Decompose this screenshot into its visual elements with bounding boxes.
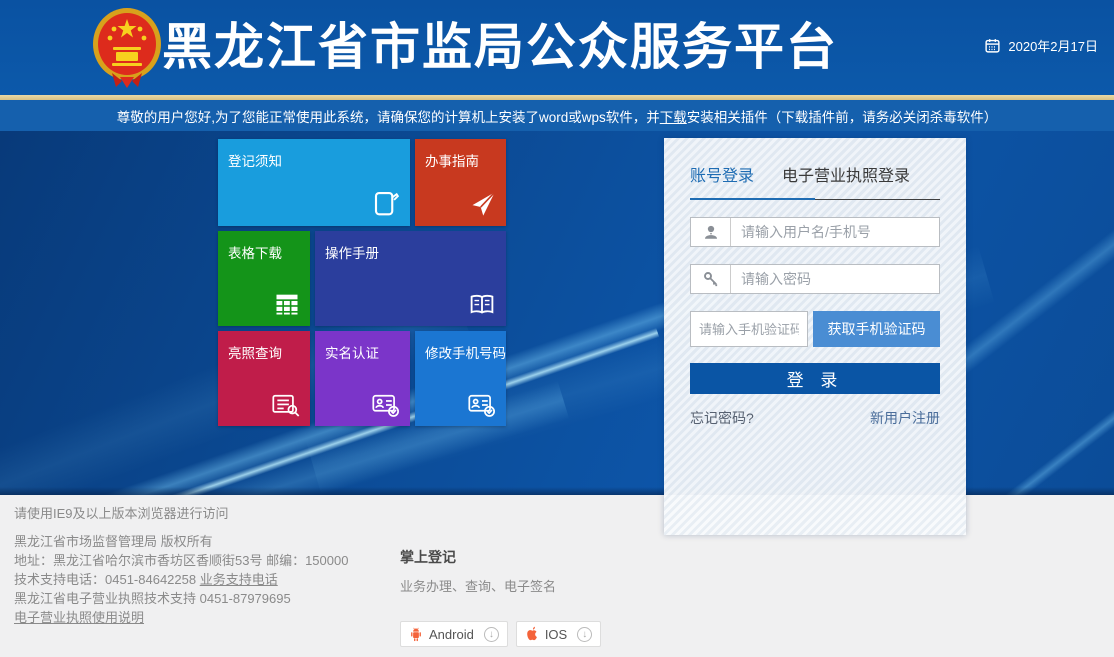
- date-display: 2020年2月17日: [984, 36, 1098, 55]
- tile-change-phone[interactable]: 修改手机号码: [415, 331, 506, 426]
- elicense-guide-link[interactable]: 电子营业执照使用说明: [14, 610, 144, 625]
- page-title: 黑龙江省市监局公众服务平台: [162, 0, 838, 95]
- username-field-group: [690, 217, 940, 247]
- download-icon: ↓: [484, 627, 499, 642]
- android-label: Android: [429, 627, 474, 642]
- header: 黑龙江省市监局公众服务平台 2020年2月17日: [0, 0, 1114, 95]
- tile-label: 办事指南: [425, 154, 479, 169]
- tile-label: 表格下载: [228, 246, 282, 261]
- notebook-icon: [371, 188, 401, 218]
- tile-label: 实名认证: [325, 346, 379, 361]
- tab-underline: [690, 198, 940, 200]
- tab-account-login[interactable]: 账号登录: [690, 162, 754, 198]
- password-input[interactable]: [731, 265, 939, 293]
- national-emblem-icon: [92, 7, 162, 89]
- browser-notice: 请使用IE9及以上版本浏览器进行访问: [14, 504, 348, 523]
- notice-bar: 尊敬的用户您好,为了您能正常使用此系统，请确保您的计算机上安装了word或wps…: [0, 100, 1114, 131]
- open-book-icon: [467, 290, 497, 318]
- tile-label: 登记须知: [228, 154, 282, 169]
- key-icon: [691, 265, 731, 293]
- tile-label: 修改手机号码: [425, 346, 506, 361]
- tech-phone-line: 技术支持电话：0451-84642258 业务支持电话: [14, 570, 348, 589]
- tile-label: 操作手册: [325, 246, 379, 261]
- username-input[interactable]: [731, 218, 939, 246]
- address-line: 地址：黑龙江省哈尔滨市香坊区香顺街53号 邮编：150000: [14, 551, 348, 570]
- sms-code-input[interactable]: [690, 311, 808, 347]
- get-sms-code-button[interactable]: 获取手机验证码: [813, 311, 940, 347]
- ios-label: IOS: [545, 627, 567, 642]
- notice-text-after: 安装相关插件（下载插件前，请务必关闭杀毒软件）: [687, 106, 998, 126]
- business-support-phone-link[interactable]: 业务支持电话: [200, 572, 278, 587]
- tile-license-query[interactable]: 亮照查询: [218, 331, 310, 426]
- notice-text-before: 尊敬的用户您好,为了您能正常使用此系统，请确保您的计算机上安装了word或wps…: [117, 106, 660, 126]
- tile-registration-notes[interactable]: 登记须知: [218, 139, 410, 226]
- android-download-button[interactable]: Android ↓: [400, 621, 508, 647]
- password-field-group: [690, 264, 940, 294]
- download-plugin-link[interactable]: 下载: [660, 106, 687, 126]
- copyright-line: 黑龙江省市场监督管理局 版权所有: [14, 532, 348, 551]
- download-icon: ↓: [577, 627, 592, 642]
- calendar-icon: [984, 37, 1001, 54]
- login-tabs: 账号登录 电子营业执照登录: [690, 158, 940, 198]
- mobile-app-section: 掌上登记 业务办理、查询、电子签名 Android ↓: [400, 547, 601, 647]
- mobile-app-subtitle: 业务办理、查询、电子签名: [400, 576, 601, 595]
- login-panel: 账号登录 电子营业执照登录: [664, 138, 966, 535]
- tile-operation-manual[interactable]: 操作手册: [315, 231, 506, 326]
- tile-form-download[interactable]: 表格下载: [218, 231, 310, 326]
- ios-download-button[interactable]: IOS ↓: [516, 621, 601, 647]
- tab-elicense-login[interactable]: 电子营业执照登录: [782, 162, 910, 198]
- compass-icon: [469, 190, 497, 218]
- login-button[interactable]: 登 录: [690, 363, 940, 394]
- register-link[interactable]: 新用户注册: [870, 408, 940, 428]
- license-search-icon: [271, 392, 301, 418]
- date-text: 2020年2月17日: [1008, 36, 1098, 55]
- table-icon: [273, 290, 301, 318]
- tile-grid: 登记须知 办事指南 表格下载 操作手册: [218, 139, 506, 426]
- id-card-check-icon: [371, 392, 401, 418]
- sms-code-row: 获取手机验证码: [690, 311, 940, 347]
- id-card-check-icon: [467, 392, 497, 418]
- android-icon: [409, 627, 423, 642]
- app-store-buttons: Android ↓ IOS ↓: [400, 621, 601, 647]
- forgot-password-link[interactable]: 忘记密码?: [690, 408, 754, 428]
- tile-real-name-auth[interactable]: 实名认证: [315, 331, 410, 426]
- tile-label: 亮照查询: [228, 346, 282, 361]
- tile-service-guide[interactable]: 办事指南: [415, 139, 506, 226]
- main-area: 登记须知 办事指南 表格下载 操作手册: [0, 131, 1114, 495]
- elicense-support-line: 黑龙江省电子营业执照技术支持 0451-87979695: [14, 589, 348, 608]
- apple-icon: [525, 626, 539, 642]
- footer-info: 请使用IE9及以上版本浏览器进行访问 黑龙江省市场监督管理局 版权所有 地址：黑…: [14, 504, 348, 627]
- user-icon: [691, 218, 731, 246]
- login-links: 忘记密码? 新用户注册: [690, 408, 940, 428]
- mobile-app-title: 掌上登记: [400, 547, 601, 567]
